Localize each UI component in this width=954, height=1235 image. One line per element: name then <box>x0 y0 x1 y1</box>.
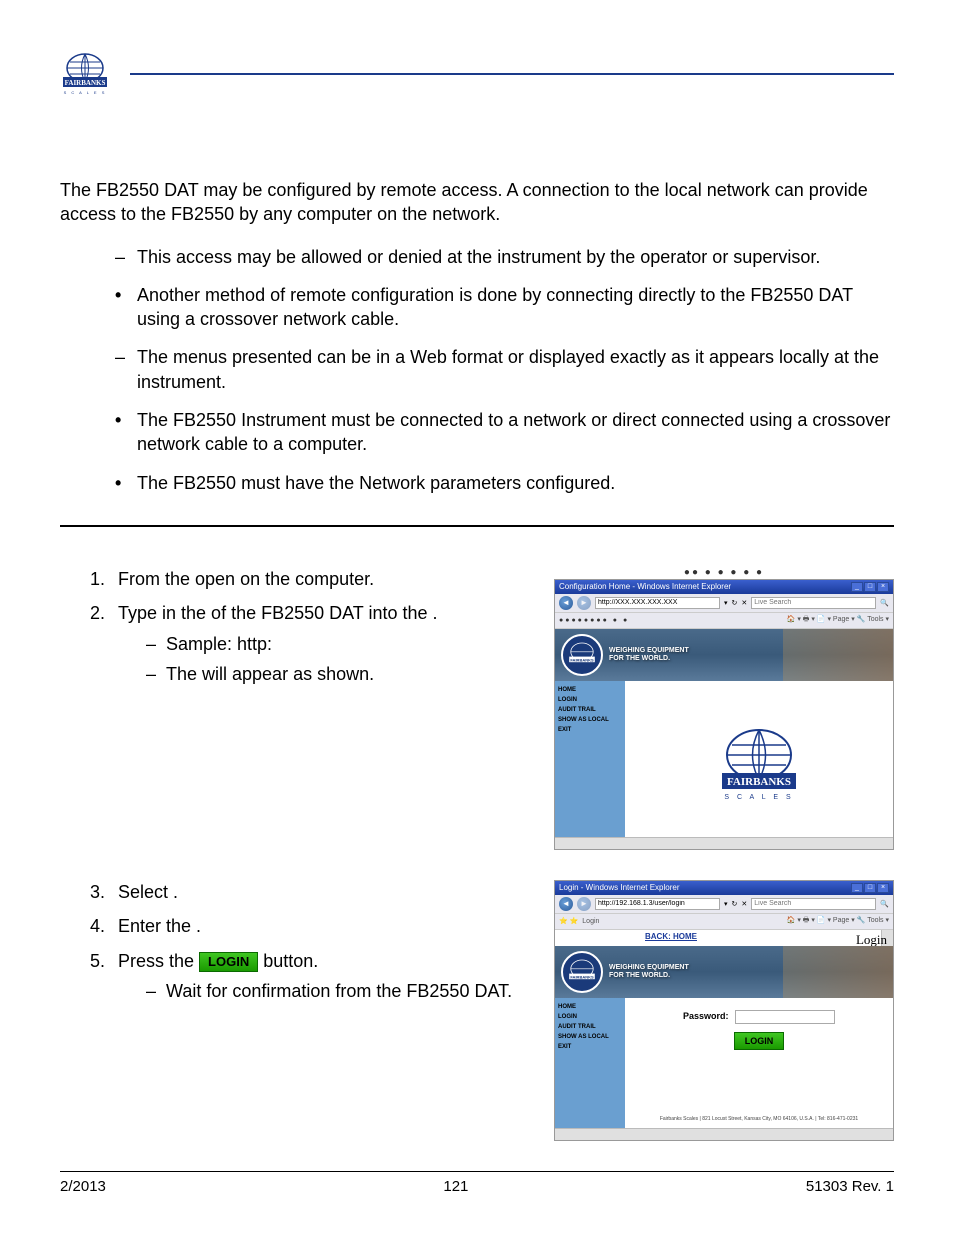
search-input[interactable] <box>751 898 876 910</box>
inline-login-button: LOGIN <box>199 952 258 972</box>
bullet-item: The FB2550 must have the Network paramet… <box>115 471 894 495</box>
svg-text:FAIRBANKS: FAIRBANKS <box>570 657 594 662</box>
nav-item[interactable]: LOGIN <box>557 1012 623 1022</box>
ie-command-bar[interactable]: 🏠 ▾ 🖶 ▾ 📄 ▾ Page ▾ 🔧 Tools ▾ <box>787 615 889 626</box>
url-input[interactable] <box>595 597 720 609</box>
page-footer: 2/2013 121 51303 Rev. 1 <box>60 1171 894 1195</box>
bullet-item: Another method of remote configuration i… <box>115 283 894 332</box>
close-button[interactable]: × <box>877 582 889 592</box>
minimize-button[interactable]: _ <box>851 883 863 893</box>
ie-command-bar[interactable]: 🏠 ▾ 🖶 ▾ 📄 ▾ Page ▾ 🔧 Tools ▾ <box>787 916 889 927</box>
svg-text:FAIRBANKS: FAIRBANKS <box>65 79 106 87</box>
nav-item[interactable]: AUDIT TRAIL <box>557 1022 623 1032</box>
footer-page-number: 121 <box>443 1178 468 1195</box>
fairbanks-logo-icon: FAIRBANKS S C A L E S <box>60 50 110 98</box>
app-nav: HOME LOGIN AUDIT TRAIL SHOW AS LOCAL EXI… <box>555 681 625 849</box>
step-item: 1. From the open on the computer. <box>90 567 534 591</box>
window-title: Configuration Home - Windows Internet Ex… <box>559 582 731 591</box>
nav-item[interactable]: SHOW AS LOCAL <box>557 1032 623 1042</box>
ie-tab[interactable]: Login <box>582 918 599 925</box>
bullet-item: The FB2550 Instrument must be connected … <box>115 408 894 457</box>
back-home-link[interactable]: BACK: HOME <box>645 932 697 941</box>
nav-item[interactable]: EXIT <box>557 1042 623 1052</box>
nav-item[interactable]: HOME <box>557 685 623 695</box>
section-divider <box>60 525 894 527</box>
nav-item[interactable]: AUDIT TRAIL <box>557 705 623 715</box>
stop-icon[interactable]: ✕ <box>741 900 747 908</box>
bullet-item: The menus presented can be in a Web form… <box>115 345 894 394</box>
page-header: FAIRBANKS S C A L E S <box>60 50 894 98</box>
nav-item[interactable]: SHOW AS LOCAL <box>557 715 623 725</box>
ie-titlebar: Configuration Home - Windows Internet Ex… <box>555 580 893 594</box>
refresh-icon[interactable]: ↻ <box>732 599 738 607</box>
fairbanks-banner-logo-icon: FAIRBANKS <box>561 951 603 993</box>
ie-address-bar: ◄ ► ▾ ↻ ✕ 🔍 <box>555 594 893 613</box>
step-item: 2. Type in the of the FB2550 DAT into th… <box>90 601 534 686</box>
stop-icon[interactable]: ✕ <box>741 599 747 607</box>
step-sub-item: Sample: http: <box>146 632 534 656</box>
ie-address-bar: ◄ ► ▾ ↻ ✕ 🔍 <box>555 895 893 914</box>
header-rule <box>130 73 894 75</box>
step-sub-item: Wait for confirmation from the FB2550 DA… <box>146 979 534 1003</box>
window-title: Login - Windows Internet Explorer <box>559 883 680 892</box>
fairbanks-banner-logo-icon: FAIRBANKS <box>561 634 603 676</box>
password-label: Password: <box>683 1011 729 1021</box>
password-input[interactable] <box>735 1010 835 1024</box>
horizontal-scrollbar[interactable] <box>555 1128 893 1140</box>
svg-text:FAIRBANKS: FAIRBANKS <box>570 974 594 979</box>
fairbanks-center-logo-icon: FAIRBANKS S C A L E S <box>714 725 804 805</box>
config-home-screenshot: Configuration Home - Windows Internet Ex… <box>554 579 894 850</box>
svg-text:S C A L E S: S C A L E S <box>724 794 793 801</box>
step-sub-item: The will appear as shown. <box>146 662 534 686</box>
minimize-button[interactable]: _ <box>851 582 863 592</box>
steps-list-a: 1. From the open on the computer. 2. Typ… <box>90 567 534 686</box>
close-button[interactable]: × <box>877 883 889 893</box>
forward-icon[interactable]: ► <box>577 897 591 911</box>
steps-list-b: 3. Select . 4. Enter the . 5. Press the … <box>90 880 534 1003</box>
svg-text:S C A L E S: S C A L E S <box>64 90 107 95</box>
search-icon[interactable]: 🔍 <box>880 599 889 607</box>
app-footer-text: Fairbanks Scales | 821 Locust Street, Ka… <box>625 1116 893 1122</box>
feature-bullet-list: This access may be allowed or denied at … <box>115 245 894 495</box>
svg-text:FAIRBANKS: FAIRBANKS <box>727 776 791 788</box>
decorative-dots: ●● ● ● ● ● ● <box>554 567 894 579</box>
nav-item[interactable]: LOGIN <box>557 695 623 705</box>
search-input[interactable] <box>751 597 876 609</box>
go-icon[interactable]: ▾ <box>724 900 728 908</box>
bullet-item: This access may be allowed or denied at … <box>115 245 894 269</box>
back-icon[interactable]: ◄ <box>559 596 573 610</box>
search-icon[interactable]: 🔍 <box>880 900 889 908</box>
forward-icon[interactable]: ► <box>577 596 591 610</box>
horizontal-scrollbar[interactable] <box>555 837 893 849</box>
step-item: 5. Press the LOGIN button. Wait for conf… <box>90 949 534 1004</box>
login-button[interactable]: LOGIN <box>734 1032 785 1050</box>
url-input[interactable] <box>595 898 720 910</box>
login-screenshot: Login - Windows Internet Explorer _ □ × … <box>554 880 894 1141</box>
app-banner: FAIRBANKS WEIGHING EQUIPMENT FOR THE WOR… <box>555 629 893 681</box>
footer-date: 2/2013 <box>60 1178 106 1195</box>
maximize-button[interactable]: □ <box>864 582 876 592</box>
step-item: 3. Select . <box>90 880 534 904</box>
back-icon[interactable]: ◄ <box>559 897 573 911</box>
go-icon[interactable]: ▾ <box>724 599 728 607</box>
app-banner: FAIRBANKS WEIGHING EQUIPMENT FOR THE WOR… <box>555 946 893 998</box>
intro-paragraph: The FB2550 DAT may be configured by remo… <box>60 178 894 227</box>
refresh-icon[interactable]: ↻ <box>732 900 738 908</box>
maximize-button[interactable]: □ <box>864 883 876 893</box>
app-nav: HOME LOGIN AUDIT TRAIL SHOW AS LOCAL EXI… <box>555 998 625 1140</box>
footer-doc-rev: 51303 Rev. 1 <box>806 1178 894 1195</box>
ie-titlebar: Login - Windows Internet Explorer _ □ × <box>555 881 893 895</box>
step-item: 4. Enter the . <box>90 914 534 938</box>
ie-tabs-bar: ●●●●●●●● ● ● 🏠 ▾ 🖶 ▾ 📄 ▾ Page ▾ 🔧 Tools … <box>555 613 893 629</box>
nav-item[interactable]: HOME <box>557 1002 623 1012</box>
nav-item[interactable]: EXIT <box>557 725 623 735</box>
ie-tabs-bar: ⭐ ⭐ Login 🏠 ▾ 🖶 ▾ 📄 ▾ Page ▾ 🔧 Tools ▾ <box>555 914 893 930</box>
